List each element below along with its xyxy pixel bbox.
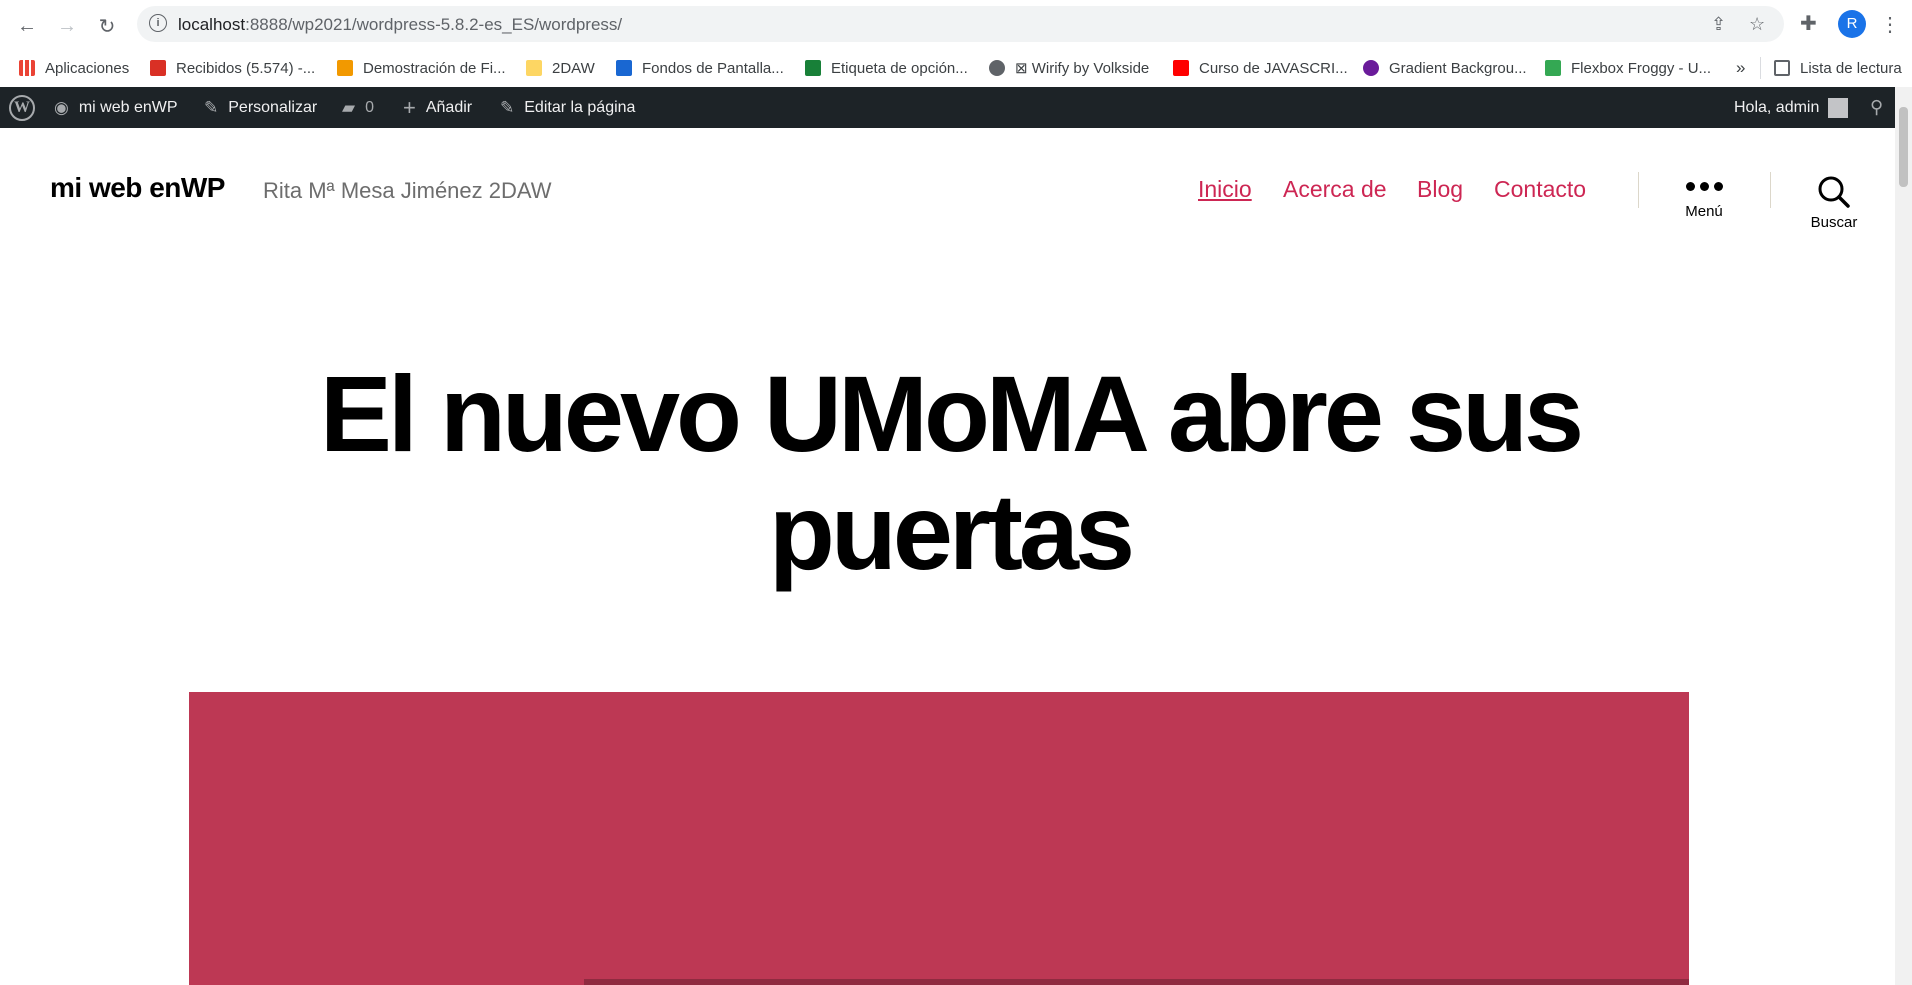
kebab-menu-icon[interactable]: ⋮ <box>1880 12 1900 37</box>
greeting-label: Hola, admin <box>1734 98 1820 116</box>
bookmark-apps[interactable]: Aplicaciones <box>19 58 129 78</box>
ellipsis-icon <box>1670 175 1738 197</box>
puzzle-icon[interactable]: ✚ <box>1800 11 1817 36</box>
bookmarks-divider <box>1760 57 1761 79</box>
w3-icon <box>805 60 821 76</box>
bookmarks-overflow-button[interactable]: » <box>1736 58 1745 78</box>
bookmarks-bar: Aplicaciones Recibidos (5.574) -... Demo… <box>0 49 1912 88</box>
site-title[interactable]: mi web enWP <box>50 172 225 204</box>
page-scrollbar[interactable] <box>1895 87 1912 985</box>
forward-arrow-icon[interactable]: → <box>53 12 81 40</box>
bookmark-label: Fondos de Pantalla... <box>642 59 784 77</box>
eye-icon <box>616 60 632 76</box>
search-label: Buscar <box>1810 214 1858 231</box>
reload-icon[interactable]: ↻ <box>93 12 121 40</box>
my-account-link[interactable]: Hola, admin <box>1734 87 1849 128</box>
bookmark-gradient[interactable]: Gradient Backgrou... <box>1363 58 1527 78</box>
nav-item-blog[interactable]: Blog <box>1417 176 1463 203</box>
edit-page-label: Editar la página <box>524 98 636 116</box>
flame-icon <box>337 60 353 76</box>
edit-page-link[interactable]: ✎ Editar la página <box>500 87 635 128</box>
paintbrush-icon: ✎ <box>204 97 219 117</box>
reading-list-icon <box>1774 60 1790 76</box>
bookmark-gmail[interactable]: Recibidos (5.574) -... <box>150 58 315 78</box>
bookmark-demo[interactable]: Demostración de Fi... <box>337 58 506 78</box>
page-title-line-2: puertas <box>768 471 1135 592</box>
admin-search-icon[interactable]: ⚲ <box>1870 87 1883 128</box>
url-text[interactable]: localhost:8888/wp2021/wordpress-5.8.2-es… <box>178 15 622 35</box>
bookmark-label: Curso de JAVASCRI... <box>1199 59 1348 77</box>
info-icon[interactable]: i <box>149 14 167 32</box>
dashboard-icon: ◉ <box>54 97 69 117</box>
page-title-line-1: El nuevo UMoMA abre sus <box>319 353 1584 474</box>
address-bar[interactable]: i localhost:8888/wp2021/wordpress-5.8.2-… <box>137 6 1784 42</box>
bookmark-option-tag[interactable]: Etiqueta de opción... <box>805 58 968 78</box>
menu-toggle-button[interactable]: Menú <box>1670 175 1738 220</box>
pencil-icon: ✎ <box>500 97 515 117</box>
search-icon <box>1818 176 1850 208</box>
gmail-icon <box>150 60 166 76</box>
bookmark-flexbox-froggy[interactable]: Flexbox Froggy - U... <box>1545 58 1711 78</box>
customize-label: Personalizar <box>228 98 318 116</box>
reading-list-button[interactable]: Lista de lectura <box>1774 58 1902 78</box>
bookmark-label: Recibidos (5.574) -... <box>176 59 316 77</box>
avatar <box>1828 97 1849 118</box>
search-toggle-button[interactable]: Buscar <box>1800 175 1868 231</box>
folder-icon <box>526 60 542 76</box>
bookmark-label: Gradient Backgrou... <box>1389 59 1527 77</box>
browser-toolbar: ← → ↻ i localhost:8888/wp2021/wordpress-… <box>0 0 1912 49</box>
comments-link[interactable]: ▰ 0 <box>342 87 374 128</box>
header-divider <box>1770 172 1771 208</box>
bookmark-label: Demostración de Fi... <box>363 59 506 77</box>
bookmark-label: Flexbox Froggy - U... <box>1571 59 1712 77</box>
share-icon[interactable]: ⇪ <box>1711 14 1726 35</box>
bookmark-wirify[interactable]: ⊠ Wirify by Volkside <box>989 58 1149 78</box>
plus-icon: + <box>403 94 416 120</box>
nav-item-acerca-de[interactable]: Acerca de <box>1283 176 1387 203</box>
wp-admin-bar: W ◉ mi web enWP ✎ Personalizar ▰ 0 + Aña… <box>0 87 1912 128</box>
bookmark-label: 2DAW <box>552 59 595 77</box>
nav-item-inicio[interactable]: Inicio <box>1198 176 1252 203</box>
scrollbar-thumb[interactable] <box>1899 107 1908 187</box>
egg-icon <box>1363 60 1379 76</box>
bookmark-label: ⊠ Wirify by Volkside <box>1015 60 1150 77</box>
globe-icon <box>989 60 1005 76</box>
admin-site-name-link[interactable]: ◉ mi web enWP <box>54 87 178 128</box>
admin-site-name: mi web enWP <box>78 98 178 116</box>
page-title: El nuevo UMoMA abre sus puertas <box>240 355 1660 591</box>
bookmark-wallpapers[interactable]: Fondos de Pantalla... <box>616 58 784 78</box>
site-description: Rita Mª Mesa Jiménez 2DAW <box>263 178 552 203</box>
profile-avatar[interactable]: R <box>1838 10 1866 38</box>
header-divider <box>1638 172 1639 208</box>
add-new-label: Añadir <box>425 98 473 116</box>
add-new-link[interactable]: + Añadir <box>403 87 472 128</box>
nav-item-contacto[interactable]: Contacto <box>1494 176 1586 203</box>
bookmark-javascript-course[interactable]: Curso de JAVASCRI... <box>1173 58 1348 78</box>
star-icon[interactable]: ☆ <box>1749 14 1765 35</box>
menu-label: Menú <box>1685 203 1723 220</box>
featured-image <box>189 692 1689 985</box>
comment-bubble-icon: ▰ <box>342 97 356 117</box>
reading-list-label: Lista de lectura <box>1800 59 1902 77</box>
featured-image-inner <box>584 979 1689 985</box>
bookmark-label: Etiqueta de opción... <box>831 59 968 77</box>
comments-count: 0 <box>365 98 374 116</box>
customize-link[interactable]: ✎ Personalizar <box>204 87 317 128</box>
youtube-icon <box>1173 60 1189 76</box>
bookmark-folder-2daw[interactable]: 2DAW <box>526 58 595 78</box>
frog-icon <box>1545 60 1561 76</box>
bookmark-label: Aplicaciones <box>45 59 130 77</box>
apps-grid-icon <box>19 60 35 76</box>
back-arrow-icon[interactable]: ← <box>13 12 41 40</box>
wordpress-logo-icon[interactable]: W <box>9 87 35 128</box>
